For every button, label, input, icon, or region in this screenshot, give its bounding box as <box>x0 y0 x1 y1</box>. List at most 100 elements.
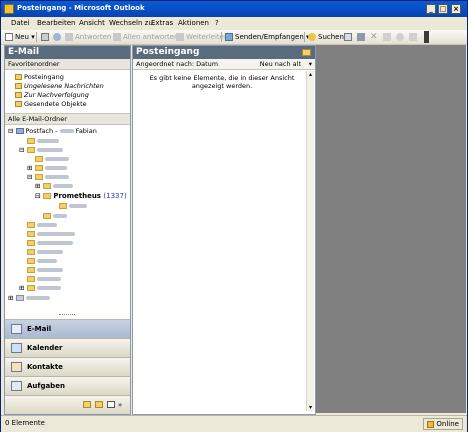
nav-button-tasks[interactable]: Aufgaben <box>5 376 130 395</box>
menu-wechseln-zu[interactable]: Wechseln zu <box>109 19 153 27</box>
tree-folder[interactable] <box>43 212 67 220</box>
navigation-pane: E-Mail Favoritenordner Posteingang Ungel… <box>4 45 131 415</box>
blurred-folder-name <box>44 175 69 179</box>
reply-all-button[interactable]: Allen antworten <box>113 32 179 42</box>
item-count: 0 Elemente <box>5 419 45 427</box>
folder-list-icon[interactable] <box>95 401 103 408</box>
expand-icon: ⊞ <box>35 182 41 190</box>
archive-root[interactable]: ⊞ <box>8 294 50 302</box>
tree-folder[interactable]: ⊟ <box>19 146 63 154</box>
nav-button-label: E-Mail <box>27 325 52 333</box>
configure-buttons-icon[interactable]: » <box>118 396 122 414</box>
menu-help[interactable]: ? <box>215 19 219 27</box>
forward-icon <box>176 33 184 41</box>
tree-folder[interactable] <box>59 202 87 210</box>
mailbox-suffix: Fabian <box>75 127 97 135</box>
nav-button-calendar[interactable]: Kalender <box>5 338 130 357</box>
mailbox-root[interactable]: ⊟ Postfach - Fabian <box>8 127 97 135</box>
calendar-icon <box>11 343 22 353</box>
arrange-by-label: Angeordnet nach: Datum <box>136 60 219 68</box>
splitter-grip[interactable] <box>59 314 75 317</box>
connection-status[interactable]: Online <box>423 418 463 430</box>
tree-folder[interactable]: ⊞ <box>35 182 73 190</box>
shortcuts-icon[interactable] <box>107 401 115 408</box>
tree-folder[interactable] <box>27 266 63 274</box>
mailbox-icon <box>15 128 24 134</box>
tree-folder[interactable] <box>27 137 59 145</box>
blurred-folder-name <box>53 214 67 218</box>
tree-folder[interactable] <box>27 239 73 247</box>
close-button[interactable]: × <box>451 4 461 14</box>
send-receive-label: Senden/Empfangen <box>235 33 304 41</box>
tree-folder[interactable] <box>27 230 75 238</box>
tree-folder[interactable] <box>27 221 57 229</box>
favorite-unread[interactable]: Ungelesene Nachrichten <box>5 82 130 91</box>
reply-icon <box>65 33 73 41</box>
new-mail-icon <box>5 33 13 41</box>
blurred-folder-name <box>36 286 61 290</box>
delete-button[interactable]: ✕ <box>370 32 378 42</box>
online-icon <box>427 420 435 428</box>
maximize-button[interactable]: □ <box>438 4 448 14</box>
tree-folder-prometheus[interactable]: ⊟ Prometheus (1337) <box>35 192 127 200</box>
send-receive-button[interactable]: Senden/Empfangen ▾ <box>225 32 310 42</box>
favorite-sent[interactable]: Gesendete Objekte <box>5 100 130 109</box>
collapse-icon: ⊟ <box>19 146 25 154</box>
print-button[interactable] <box>41 32 51 42</box>
folder-icon <box>27 138 35 144</box>
folder-icon <box>26 285 35 291</box>
toolbar-button-a[interactable] <box>383 32 393 42</box>
folder-icon <box>27 222 35 228</box>
folder-icon <box>34 165 43 171</box>
address-book-button[interactable] <box>344 32 354 42</box>
blurred-folder-name <box>37 223 57 227</box>
contacts-icon <box>11 362 22 372</box>
menu-bearbeiten[interactable]: Bearbeiten <box>37 19 75 27</box>
notes-icon[interactable] <box>83 401 91 408</box>
search-button[interactable]: Suchen <box>308 32 344 42</box>
reply-button[interactable]: Antworten <box>65 32 111 42</box>
folder-icon <box>27 240 35 246</box>
archive-icon <box>15 295 24 301</box>
favorite-inbox[interactable]: Posteingang <box>5 73 130 82</box>
categorize-button[interactable] <box>357 32 367 42</box>
arrange-bar[interactable]: Angeordnet nach: Datum Neu nach alt ▾ <box>133 59 315 70</box>
menu-ansicht[interactable]: Ansicht <box>79 19 105 27</box>
blurred-folder-name <box>37 232 75 236</box>
tree-folder[interactable] <box>35 155 69 163</box>
reply-all-icon <box>113 33 121 41</box>
blurred-folder-name <box>37 241 73 245</box>
nav-button-contacts[interactable]: Kontakte <box>5 357 130 376</box>
outlook-window: Posteingang - Microsoft Outlook _ □ × Da… <box>0 0 468 432</box>
folder-tree: ⊟ Postfach - Fabian ⊟ ⊞ ⊟ ⊞ ⊟ Prometheus… <box>5 125 130 310</box>
scroll-up-icon[interactable]: ▴ <box>307 71 314 78</box>
reply-button-label: Antworten <box>75 33 112 41</box>
new-button[interactable]: Neu ▾ <box>5 32 35 42</box>
tree-folder[interactable]: ⊞ <box>27 164 67 172</box>
tree-folder[interactable] <box>27 248 63 256</box>
move-button[interactable] <box>53 32 63 42</box>
grey-action-icon <box>409 33 417 41</box>
favorite-followup[interactable]: Zur Nachverfolgung <box>5 91 130 100</box>
tree-folder[interactable] <box>27 257 57 265</box>
toolbar-overflow-handle[interactable] <box>424 31 429 43</box>
menu-extras[interactable]: Extras <box>151 19 173 27</box>
toolbar-button-b[interactable] <box>396 32 406 42</box>
search-button-label: Suchen <box>318 33 344 41</box>
toolbar-separator <box>221 32 222 42</box>
tree-folder[interactable]: ⊟ <box>27 173 69 181</box>
nav-button-mail[interactable]: E-Mail <box>5 319 130 338</box>
standard-toolbar: Neu ▾ Antworten Allen antworten Weiterle… <box>1 30 467 45</box>
tree-folder[interactable] <box>27 275 61 283</box>
menu-bar: Datei Bearbeiten Ansicht Wechseln zu Ext… <box>1 17 467 30</box>
list-scrollbar[interactable]: ▴ ▾ <box>306 71 314 411</box>
menu-datei[interactable]: Datei <box>11 19 30 27</box>
scroll-down-icon[interactable]: ▾ <box>307 404 314 411</box>
minimize-button[interactable]: _ <box>426 4 436 14</box>
expand-icon: ⊞ <box>8 294 14 302</box>
search-folder-icon <box>15 83 22 89</box>
menu-aktionen[interactable]: Aktionen <box>178 19 209 27</box>
tree-folder[interactable]: ⊞ <box>19 284 61 292</box>
blurred-folder-name <box>37 268 63 272</box>
toolbar-button-c[interactable] <box>409 32 419 42</box>
